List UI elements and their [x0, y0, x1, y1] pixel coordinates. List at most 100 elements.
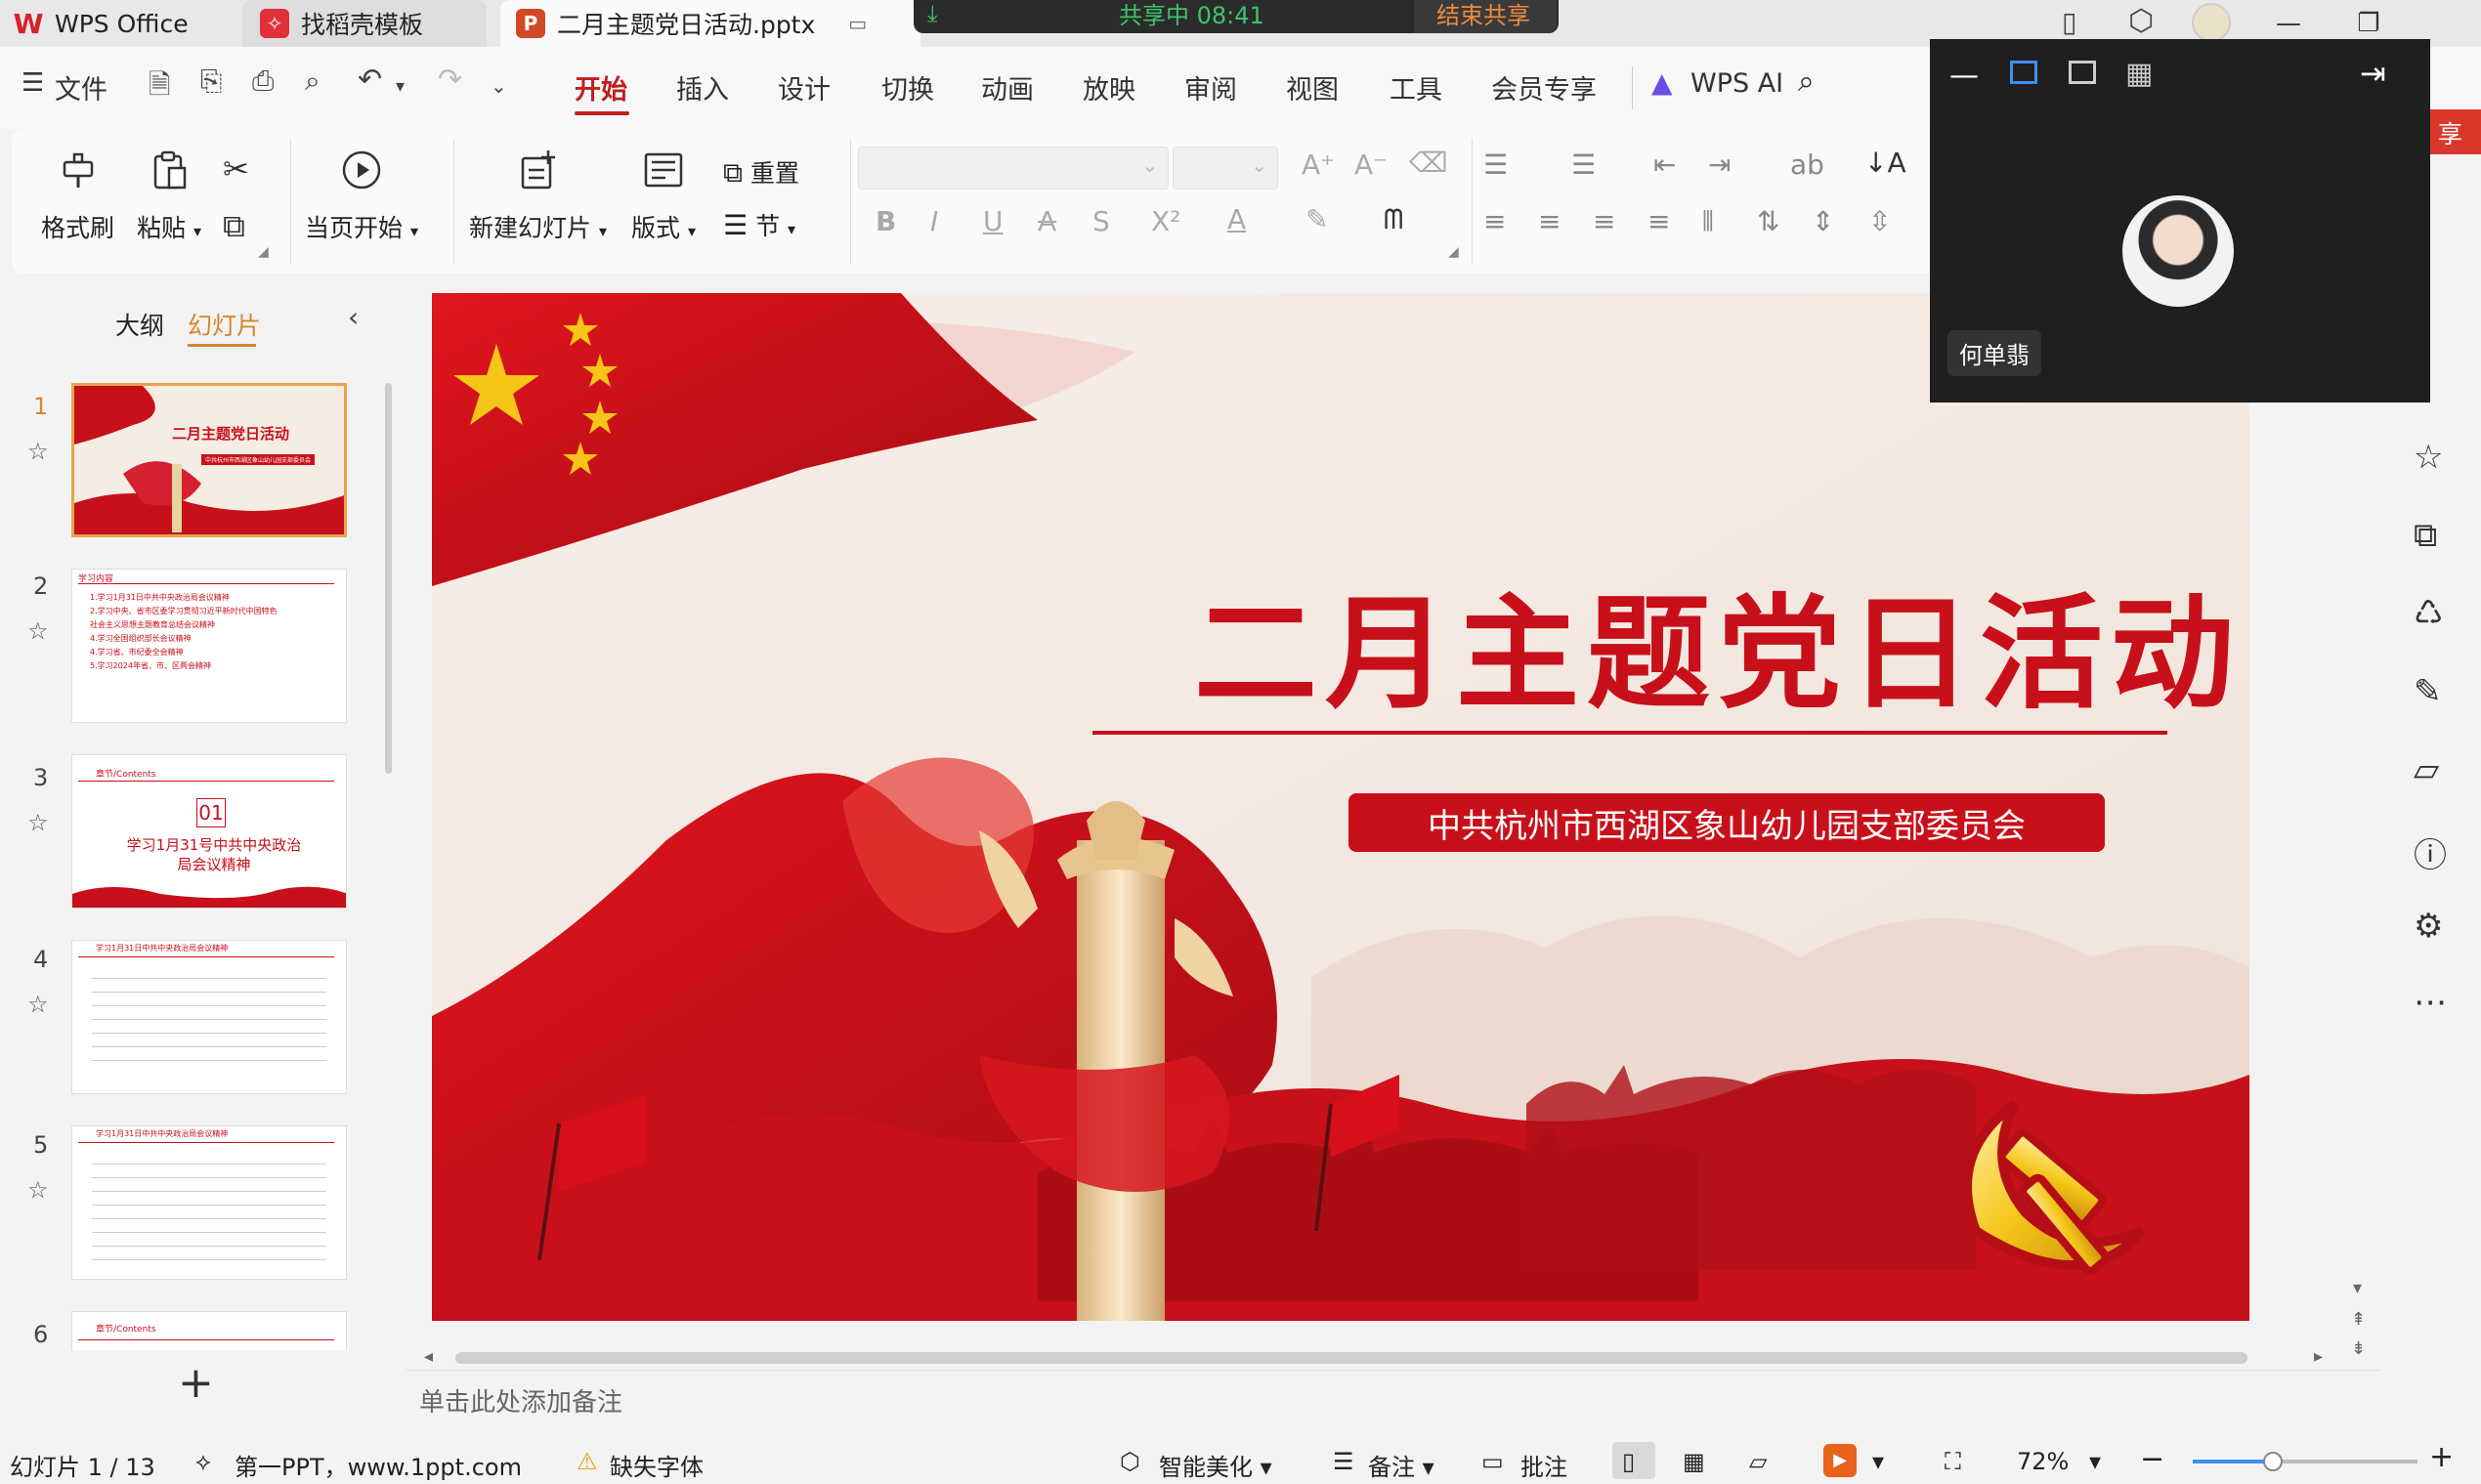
scroll-right-icon[interactable]: ▸	[2314, 1346, 2323, 1367]
wps-ai-icon[interactable]: ▲	[1651, 66, 1673, 99]
columns-icon[interactable]: ⇳	[1868, 205, 1891, 237]
scroll-down-icon[interactable]: ▾	[2353, 1278, 2362, 1298]
subtitle-banner[interactable]: 中共杭州市西湖区象山幼儿园支部委员会	[1348, 793, 2105, 852]
design-icon[interactable]: ♺	[2414, 594, 2443, 633]
justify-icon[interactable]: ≡	[1647, 205, 1670, 237]
tab-docer[interactable]: ✧ 找稻壳模板	[242, 0, 487, 47]
star-icon[interactable]: ☆	[27, 809, 49, 836]
menu-tab-7[interactable]: 视图	[1286, 68, 1339, 106]
zoom-out-icon[interactable]: −	[2140, 1442, 2164, 1476]
slide-canvas[interactable]: 二月主题党日活动 中共杭州市西湖区象山幼儿园支部委员会	[432, 293, 2249, 1321]
menu-tab-4[interactable]: 动画	[981, 68, 1034, 106]
star-icon[interactable]: ☆	[27, 1176, 49, 1204]
menu-file[interactable]: 文件	[55, 68, 107, 106]
slideshow-icon[interactable]: ▶	[1823, 1444, 1857, 1477]
slide-thumbnail-1[interactable]: 二月主题党日活动 中共杭州市西湖区象山幼儿园支部委员会	[71, 383, 347, 537]
cut-icon[interactable]: ✂	[223, 150, 249, 188]
section-button[interactable]: ☰ 节 ▾	[723, 207, 795, 242]
grid-icon[interactable]: ▦	[2125, 57, 2153, 91]
bold-icon[interactable]: B	[876, 205, 896, 237]
align-right-icon[interactable]: ≡	[1593, 205, 1615, 237]
line-spacing-icon[interactable]: ⇅	[1757, 205, 1779, 237]
print-icon[interactable]: ⎙	[252, 64, 274, 98]
hamburger-icon[interactable]: ☰	[21, 68, 44, 98]
theme-name[interactable]: 第一PPT，www.1ppt.com	[235, 1448, 522, 1482]
menu-tab-0[interactable]: 开始	[575, 68, 627, 106]
save-icon[interactable]: 🗎	[149, 64, 171, 111]
menu-tab-8[interactable]: 工具	[1390, 68, 1442, 106]
new-slide-button[interactable]: 新建幻灯片 ▾	[469, 148, 607, 244]
font-size-select[interactable]: ⌄	[1173, 147, 1278, 190]
text-shadow-icon[interactable]: S	[1092, 205, 1110, 237]
menu-tab-3[interactable]: 切换	[881, 68, 934, 106]
tab-slides[interactable]: 幻灯片	[188, 307, 261, 342]
tab-wps-office[interactable]: W WPS Office	[14, 0, 189, 47]
next-slide-icon[interactable]: ⇟	[2351, 1338, 2366, 1359]
missing-font[interactable]: 缺失字体	[610, 1448, 704, 1482]
star-icon[interactable]: ☆	[27, 617, 49, 645]
menu-tab-5[interactable]: 放映	[1083, 68, 1135, 106]
share-button[interactable]: 享	[2430, 109, 2481, 154]
superscript-icon[interactable]: X²	[1151, 205, 1180, 237]
zoom-slider[interactable]	[2193, 1452, 2417, 1471]
font-color-icon[interactable]: A	[1227, 203, 1246, 235]
dialog-launcher-icon[interactable]: ◢	[258, 244, 269, 260]
slide-thumbnail-5[interactable]: 学习1月31日中共中央政治局会议精神	[71, 1125, 347, 1280]
zoom-slider-thumb[interactable]	[2263, 1452, 2283, 1471]
menu-tab-6[interactable]: 审阅	[1184, 68, 1237, 106]
cube-icon[interactable]: ⬡	[2128, 4, 2154, 38]
sort-icon[interactable]: ↓A	[1864, 147, 1906, 179]
search-icon[interactable]: ⌕	[1798, 64, 1815, 99]
decrease-indent-icon[interactable]: ⇤	[1653, 148, 1676, 181]
notes-pane[interactable]: 单击此处添加备注	[406, 1370, 2379, 1434]
menu-tab-1[interactable]: 插入	[676, 68, 729, 106]
collapse-panel-icon[interactable]: ‹	[348, 301, 359, 333]
reading-view-icon[interactable]: ▱	[1749, 1448, 1767, 1475]
clear-format-icon[interactable]: ⌫	[1409, 147, 1448, 179]
more-dropdown-icon[interactable]: ⌄	[491, 74, 507, 98]
avatar[interactable]	[2192, 3, 2231, 42]
underline-icon[interactable]: U	[983, 205, 1004, 237]
add-slide-icon[interactable]: +	[178, 1358, 214, 1408]
notes-button[interactable]: 备注 ▾	[1368, 1448, 1434, 1482]
more-icon[interactable]: ⋯	[2414, 983, 2447, 1022]
distribute-icon[interactable]: ⫴	[1702, 205, 1714, 238]
slideshow-dropdown-icon[interactable]: ▾	[1872, 1448, 1884, 1475]
align-left-icon[interactable]: ≡	[1483, 205, 1506, 237]
tab-pptx-document[interactable]: P 二月主题党日活动.pptx ▭	[500, 0, 920, 47]
undo-dropdown-icon[interactable]: ▾	[396, 76, 405, 97]
slide-thumbnail-3[interactable]: 章节/Contents 01 学习1月31号中共中央政治局会议精神	[71, 754, 347, 909]
increase-font-icon[interactable]: A⁺	[1302, 148, 1335, 181]
tools-icon[interactable]: ✎	[2414, 672, 2442, 711]
normal-view-icon[interactable]: ▯	[1622, 1448, 1635, 1475]
paragraph-spacing-icon[interactable]: ⇕	[1812, 205, 1834, 237]
slide-thumbnail-6[interactable]: 章节/Contents	[71, 1311, 347, 1350]
italic-icon[interactable]: I	[930, 205, 938, 237]
prev-slide-icon[interactable]: ⇞	[2351, 1309, 2366, 1330]
end-share-button[interactable]: 结束共享	[1436, 0, 1530, 30]
numbered-list-icon[interactable]: ☰	[1571, 148, 1596, 181]
decrease-font-icon[interactable]: A⁻	[1354, 148, 1388, 181]
comments-button[interactable]: 批注	[1520, 1448, 1567, 1482]
increase-indent-icon[interactable]: ⇥	[1708, 148, 1731, 181]
strikethrough-icon[interactable]: A	[1038, 205, 1056, 237]
print-preview-icon[interactable]: ⌕	[305, 64, 321, 98]
star-icon[interactable]: ☆	[27, 438, 49, 465]
reset-button[interactable]: ⧉ 重置	[723, 154, 799, 190]
text-direction-icon[interactable]: ab	[1790, 148, 1824, 181]
slide-title[interactable]: 二月主题党日活动	[1194, 555, 2242, 733]
settings-icon[interactable]: ⚙	[2414, 907, 2443, 946]
start-from-current-button[interactable]: 当页开始 ▾	[305, 148, 418, 244]
scrollbar[interactable]	[385, 383, 392, 774]
star-icon[interactable]: ☆	[27, 991, 49, 1018]
layout-single-icon[interactable]	[2010, 61, 2037, 84]
fit-window-icon[interactable]: ⛶	[1945, 1448, 1961, 1475]
zoom-in-icon[interactable]: +	[2429, 1440, 2454, 1474]
export-icon[interactable]: ⎘	[200, 64, 222, 98]
highlight-icon[interactable]: ✎	[1305, 203, 1328, 235]
reading-mode-icon[interactable]: ▯	[2062, 6, 2076, 38]
copy-icon[interactable]: ⧉	[223, 207, 245, 245]
collapse-video-icon[interactable]: ⇥	[2360, 55, 2386, 92]
menu-tab-2[interactable]: 设计	[778, 68, 831, 106]
font-dialog-launcher-icon[interactable]: ◢	[1448, 244, 1459, 260]
